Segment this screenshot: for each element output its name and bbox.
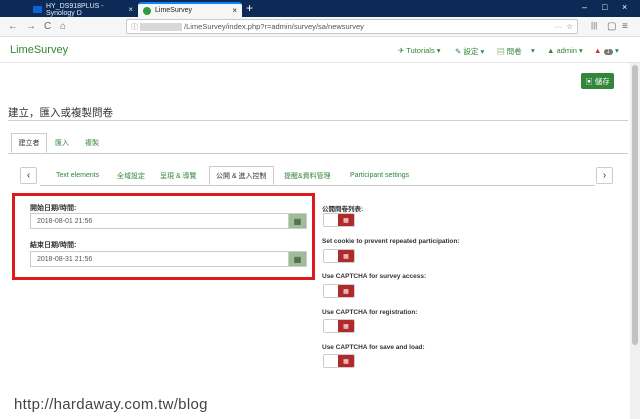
minimize-button[interactable]: – [582,2,587,12]
bookmark-star-icon[interactable]: ☆ [566,22,573,31]
settings-menu[interactable]: ✎ 設定 ▾ [455,46,484,57]
toggle-off[interactable] [324,214,338,226]
calendar-icon[interactable]: ▦ [288,252,306,266]
toggle-on[interactable]: ▦ [338,320,354,332]
tab-general-settings[interactable]: 全域設定 [117,166,145,185]
tab-notification-data[interactable]: 提醒&資料管理 [284,166,331,185]
back-icon[interactable]: ← [8,21,18,32]
tab-access-control[interactable]: 公開 & 進入控制 [209,166,274,185]
browser-tab-limesurvey[interactable]: LimeSurvey × [138,2,242,17]
new-tab-button[interactable]: + [246,1,253,15]
app-menu-icon[interactable]: ≡ [622,21,628,32]
scroll-left-button[interactable]: ‹ [20,167,37,184]
captcha-access-toggle[interactable]: ▦ [323,284,355,298]
captcha-save-load-toggle[interactable]: ▦ [323,354,355,368]
maximize-button[interactable]: □ [602,2,607,12]
captcha-registration-label: Use CAPTCHA for registration: [322,309,418,316]
toggle-on[interactable]: ▦ [338,214,354,226]
toggle-off[interactable] [324,355,338,367]
tabs-divider [8,153,628,154]
user-menu[interactable]: ▲ admin ▾ [547,46,583,55]
section-tabs-divider [40,185,595,186]
start-date-label: 開始日期/時間: [30,205,77,212]
tab-create[interactable]: 建立者 [11,133,47,153]
tab-import[interactable]: 匯入 [50,133,74,153]
cookie-toggle[interactable]: ▦ [323,249,355,263]
page-scrollbar[interactable] [630,63,640,419]
info-icon: ⓘ [131,23,138,31]
toggle-off[interactable] [324,285,338,297]
url-host-redacted [140,22,182,31]
toggle-on[interactable]: ▦ [338,285,354,297]
watermark-text: http://hardaway.com.tw/blog [14,396,208,413]
tab-participant-settings[interactable]: Participant settings [350,166,409,185]
brand-logo[interactable]: LimeSurvey [10,44,68,56]
close-icon[interactable]: × [232,6,237,15]
window-close-button[interactable]: × [622,2,627,12]
limesurvey-favicon-icon [143,6,151,15]
end-date-field[interactable]: 2018-08-31 21:56 ▦ [30,251,307,267]
browser-tab-title: LimeSurvey [155,7,192,14]
public-list-label: 公開問卷列表: [322,206,364,213]
reload-icon[interactable]: C [44,21,51,32]
tutorials-menu[interactable]: ✈ Tutorials ▾ [398,46,441,55]
cookie-label: Set cookie to prevent repeated participa… [322,238,460,245]
tab-text-elements[interactable]: Text elements [56,166,99,185]
surveys-menu[interactable]: ▤ 問卷 [497,46,522,57]
sidebar-icon[interactable]: ▢ [607,21,616,32]
toggle-on[interactable]: ▦ [338,355,354,367]
close-icon[interactable]: × [128,5,133,14]
page-actions-icon[interactable]: ··· [555,22,563,31]
address-bar[interactable]: ⓘ /LimeSurvey/index.php?r=admin/survey/s… [126,19,578,34]
notifications-menu[interactable]: ▲ 1 ▾ [594,46,619,55]
toggle-off[interactable] [324,250,338,262]
scroll-right-button[interactable]: › [596,167,613,184]
public-list-toggle[interactable]: ▦ [323,213,355,227]
toggle-on[interactable]: ▦ [338,250,354,262]
app-header: LimeSurvey ✈ Tutorials ▾ ✎ 設定 ▾ ▤ 問卷 ▾ ▲… [0,37,640,63]
home-icon[interactable]: ⌂ [60,21,66,32]
url-text: /LimeSurvey/index.php?r=admin/survey/sa/… [184,22,364,31]
calendar-icon[interactable]: ▦ [288,214,306,228]
browser-tab-title: HY_DS918PLUS - Synology D [46,2,104,17]
end-date-label: 結束日期/時間: [30,242,77,249]
extra-menu-caret[interactable]: ▾ [531,46,535,55]
page-title: 建立，匯入或複製問卷 [8,107,113,119]
captcha-registration-toggle[interactable]: ▦ [323,319,355,333]
scrollbar-thumb[interactable] [632,65,638,345]
forward-icon[interactable]: → [26,21,36,32]
chevron-down-icon: ▾ [614,46,619,55]
captcha-save-load-label: Use CAPTCHA for save and load: [322,344,425,351]
title-divider [8,120,628,121]
browser-tab-synology[interactable]: HY_DS918PLUS - Synology D × [28,2,138,17]
library-icon[interactable]: ||| [591,21,597,30]
captcha-access-label: Use CAPTCHA for survey access: [322,273,427,280]
end-date-value[interactable]: 2018-08-31 21:56 [31,252,288,266]
start-date-value[interactable]: 2018-08-01 21:56 [31,214,288,228]
tab-copy[interactable]: 複製 [80,133,104,153]
notification-badge: 1 [603,49,613,55]
synology-favicon-icon [33,6,42,13]
browser-tab-bar: HY_DS918PLUS - Synology D × LimeSurvey ×… [0,0,640,17]
browser-nav-bar: ← → C ⌂ ⓘ /LimeSurvey/index.php?r=admin/… [0,17,640,37]
save-button[interactable]: ▣ 儲存 [581,73,614,89]
toggle-off[interactable] [324,320,338,332]
bell-icon: ▲ [594,46,602,55]
start-date-field[interactable]: 2018-08-01 21:56 ▦ [30,213,307,229]
tab-presentation[interactable]: 呈現 & 導覽 [160,166,197,185]
